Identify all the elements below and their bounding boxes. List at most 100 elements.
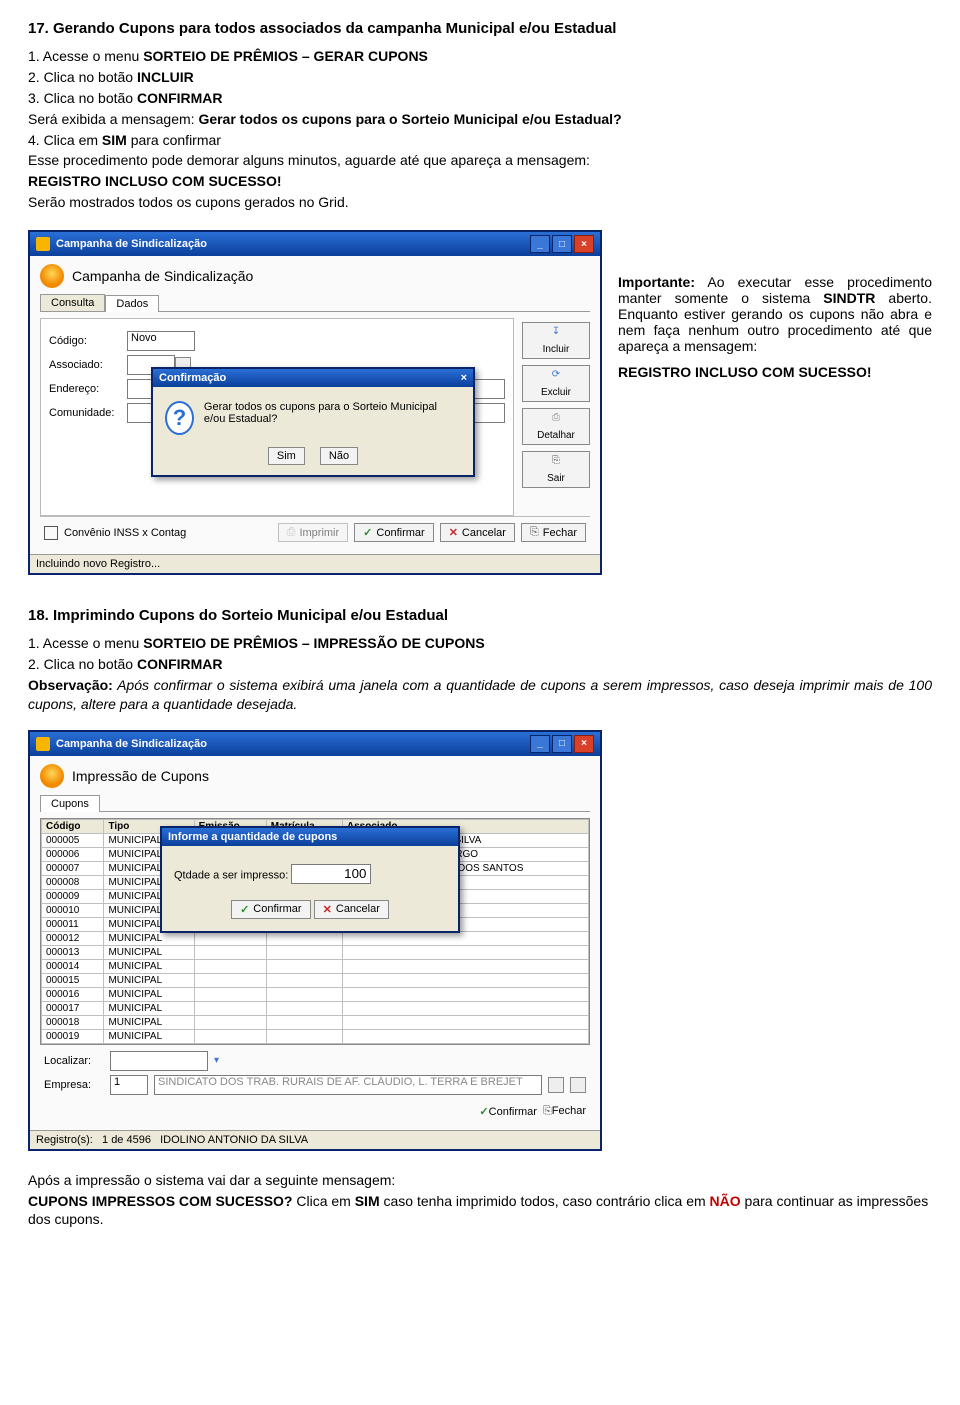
s17-msg-pre: Será exibida a mensagem:: [28, 111, 198, 127]
emp-refresh-icon[interactable]: [570, 1077, 586, 1093]
side-incluir[interactable]: Incluir: [522, 322, 590, 359]
check-icon: [363, 526, 372, 539]
table-row[interactable]: 000018MUNICIPAL: [42, 1015, 589, 1029]
inp-empresa-code[interactable]: 1: [110, 1075, 148, 1095]
app-icon: [36, 237, 50, 251]
x-icon2: [323, 903, 332, 916]
side-excluir[interactable]: Excluir: [522, 365, 590, 402]
cell: MUNICIPAL: [104, 1001, 194, 1015]
chk-convenio[interactable]: [44, 526, 58, 540]
maximize-button2[interactable]: □: [552, 735, 572, 753]
qty-cancelar-button[interactable]: Cancelar: [314, 900, 389, 919]
dialog-sim-button[interactable]: Sim: [268, 447, 305, 465]
side-sair[interactable]: Sair: [522, 451, 590, 488]
table-row[interactable]: 000012MUNICIPAL: [42, 931, 589, 945]
s17-regok: REGISTRO INCLUSO COM SUCESSO!: [28, 172, 932, 191]
s18-step1-bold: SORTEIO DE PRÊMIOS – IMPRESSÃO DE CUPONS: [143, 635, 485, 651]
inp-codigo[interactable]: Novo: [127, 331, 195, 351]
titlebar2[interactable]: Campanha de Sindicalização _ □ ×: [30, 732, 600, 756]
s17-step3: 3. Clica no botão CONFIRMAR: [28, 89, 932, 108]
minimize-button2[interactable]: _: [530, 735, 550, 753]
s18-obs-text: Após confirmar o sistema exibirá uma jan…: [28, 677, 932, 712]
lbl-assoc: Associado:: [49, 359, 127, 371]
cell: 000009: [42, 889, 104, 903]
cell: 000014: [42, 959, 104, 973]
table-row[interactable]: 000015MUNICIPAL: [42, 973, 589, 987]
cell: MUNICIPAL: [104, 931, 194, 945]
cell: [266, 931, 342, 945]
maximize-button[interactable]: □: [552, 235, 572, 253]
qty-dialog: Informe a quantidade de cupons Qtdade a …: [160, 826, 460, 933]
btn-fechar2[interactable]: Fechar: [543, 1105, 586, 1118]
tabstrip: Consulta Dados: [40, 294, 590, 312]
table-row[interactable]: 000014MUNICIPAL: [42, 959, 589, 973]
btn-cancelar[interactable]: Cancelar: [440, 523, 515, 542]
tab-cupons[interactable]: Cupons: [40, 795, 100, 812]
table-row[interactable]: 000013MUNICIPAL: [42, 945, 589, 959]
col-codigo[interactable]: Código: [42, 819, 104, 833]
check-icon2: [240, 903, 249, 916]
tab-dados[interactable]: Dados: [105, 295, 159, 312]
s17-step2-pre: 2. Clica no botão: [28, 69, 137, 85]
s17-step2-bold: INCLUIR: [137, 69, 194, 85]
btn-confirmar2[interactable]: Confirmar: [479, 1105, 537, 1118]
after-line2: CUPONS IMPRESSOS COM SUCESSO? Clica em S…: [28, 1192, 932, 1230]
dialog-nao-button[interactable]: Não: [320, 447, 358, 465]
s17-step1: 1. Acesse o menu SORTEIO DE PRÊMIOS – GE…: [28, 47, 932, 66]
table-row[interactable]: 000019MUNICIPAL: [42, 1029, 589, 1043]
lbl-end: Endereço:: [49, 383, 127, 395]
note-regok: REGISTRO INCLUSO COM SUCESSO!: [618, 364, 932, 380]
cell: [266, 945, 342, 959]
statusbar: Incluindo novo Registro...: [30, 554, 600, 573]
form-fields: Código:Novo Associado: Endereço: Comunid…: [40, 318, 514, 516]
side-sair-label: Sair: [547, 473, 565, 484]
s18-obs-pre: Observação:: [28, 677, 113, 693]
minimize-button[interactable]: _: [530, 235, 550, 253]
btn-fechar2-label: Fechar: [552, 1105, 586, 1117]
after-nao: NÃO: [710, 1193, 741, 1209]
cell: [342, 1001, 588, 1015]
note-sindtr: SINDTR: [823, 290, 875, 306]
titlebar[interactable]: Campanha de Sindicalização _ □ ×: [30, 232, 600, 256]
btn-confirmar[interactable]: Confirmar: [354, 523, 434, 542]
dialog-close-icon[interactable]: ×: [461, 372, 467, 384]
cell: [342, 1015, 588, 1029]
cell: [194, 945, 266, 959]
app-icon2: [36, 737, 50, 751]
incluir-icon: [546, 326, 566, 342]
table-row[interactable]: 000016MUNICIPAL: [42, 987, 589, 1001]
cell: MUNICIPAL: [104, 1015, 194, 1029]
cell: [266, 987, 342, 1001]
cell: [194, 973, 266, 987]
side-detalhar[interactable]: Detalhar: [522, 408, 590, 445]
cell: 000018: [42, 1015, 104, 1029]
cell: 000008: [42, 875, 104, 889]
cell: 000006: [42, 847, 104, 861]
door-icon: [530, 526, 539, 539]
cell: [194, 1015, 266, 1029]
s18-step2-bold: CONFIRMAR: [137, 656, 223, 672]
close-button[interactable]: ×: [574, 235, 594, 253]
cell: 000007: [42, 861, 104, 875]
print-icon: [287, 526, 296, 539]
table-row[interactable]: 000017MUNICIPAL: [42, 1001, 589, 1015]
cell: 000005: [42, 833, 104, 847]
btn-confirmar2-label: Confirmar: [489, 1106, 537, 1118]
logo-icon: [40, 264, 64, 288]
s18-step1-pre: 1. Acesse o menu: [28, 635, 143, 651]
btn-fechar[interactable]: Fechar: [521, 523, 586, 542]
close-button2[interactable]: ×: [574, 735, 594, 753]
lbl-com: Comunidade:: [49, 407, 127, 419]
qty-confirmar-button[interactable]: Confirmar: [231, 900, 311, 919]
tab-consulta[interactable]: Consulta: [40, 294, 105, 311]
dialog-message: Gerar todos os cupons para o Sorteio Mun…: [204, 401, 461, 435]
cell: MUNICIPAL: [104, 945, 194, 959]
inp-localizar[interactable]: [110, 1051, 208, 1071]
x-icon: [449, 526, 458, 539]
s17-msg-bold: Gerar todos os cupons para o Sorteio Mun…: [198, 111, 621, 127]
cell: 000012: [42, 931, 104, 945]
emp-lookup-icon[interactable]: [548, 1077, 564, 1093]
qty-input[interactable]: [291, 864, 371, 884]
app-header2: Impressão de Cupons: [72, 768, 209, 784]
side-excluir-label: Excluir: [541, 387, 571, 398]
